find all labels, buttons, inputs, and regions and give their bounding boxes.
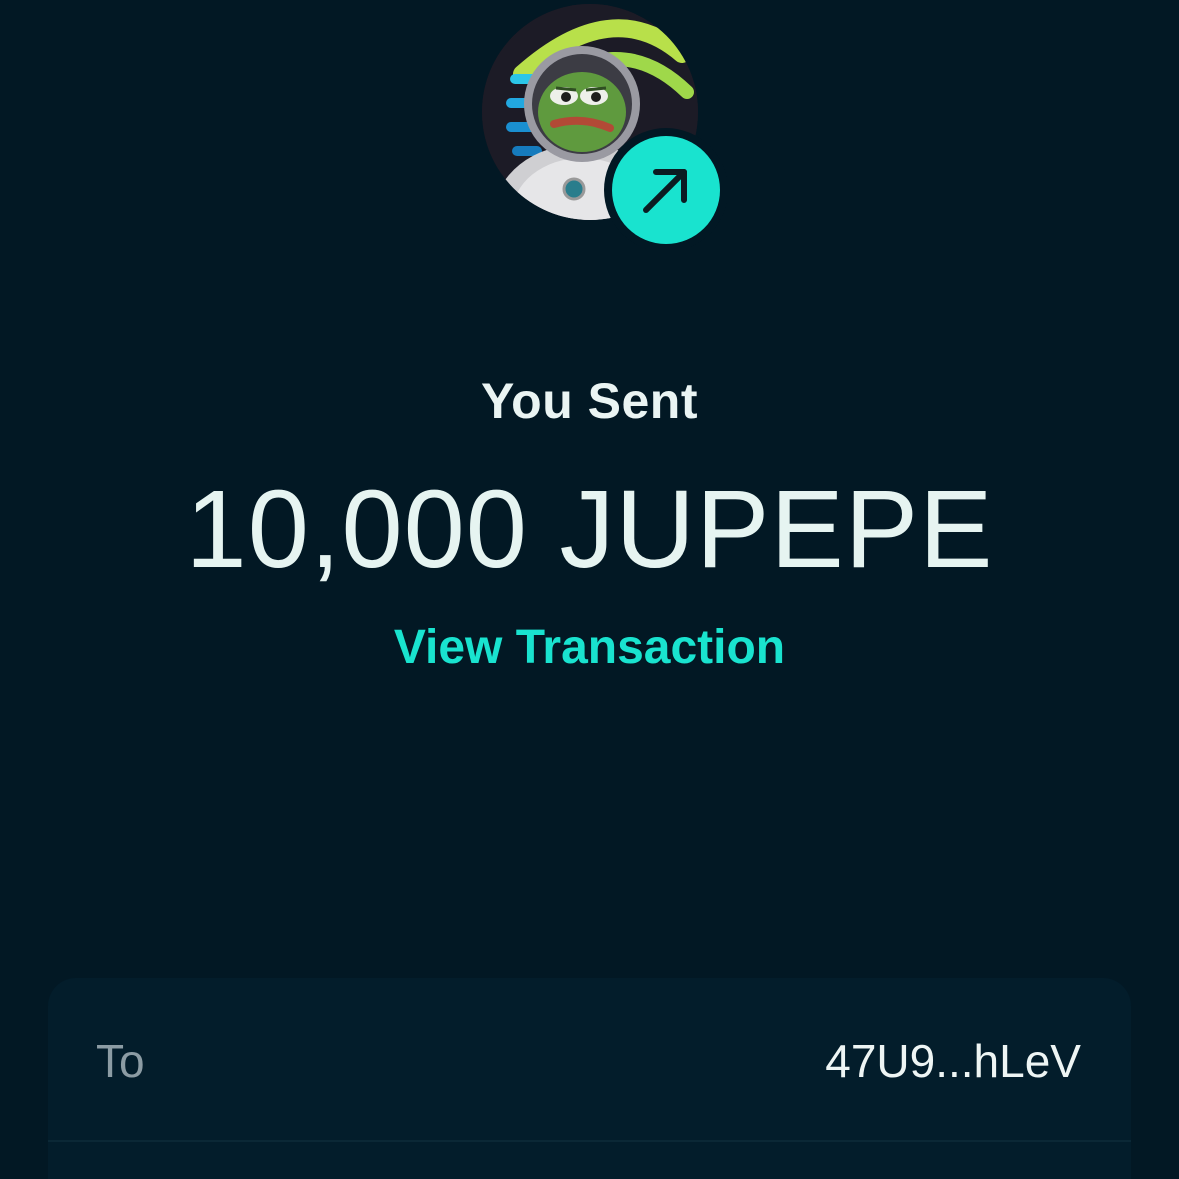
sent-amount: 10,000 JUPEPE bbox=[185, 468, 994, 591]
view-transaction-link[interactable]: View Transaction bbox=[0, 620, 1179, 675]
transaction-details-card: To 47U9...hLeV bbox=[48, 978, 1131, 1179]
sent-badge bbox=[604, 128, 728, 252]
page-title: You Sent bbox=[481, 373, 698, 429]
detail-row-recipient: To 47U9...hLeV bbox=[48, 978, 1131, 1142]
arrow-up-right-icon bbox=[612, 136, 720, 244]
recipient-label: To bbox=[96, 1035, 145, 1087]
recipient-address[interactable]: 47U9...hLeV bbox=[825, 1034, 1081, 1088]
transaction-sent-screen: You Sent 10,000 JUPEPE View Transaction … bbox=[0, 0, 1179, 1179]
